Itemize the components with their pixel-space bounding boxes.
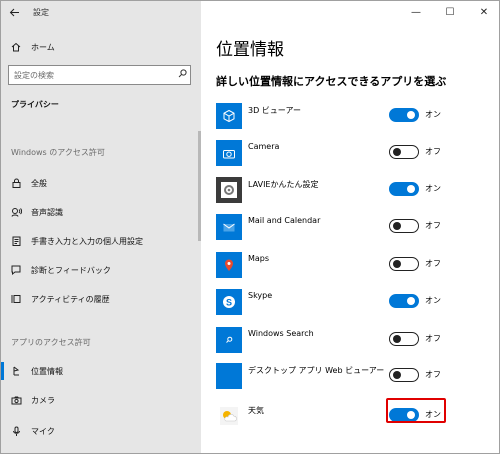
- app-name: Mail and Calendar: [248, 216, 321, 225]
- toggle-knob: [407, 185, 415, 193]
- toggle-knob: [393, 259, 401, 268]
- sidebar-item-label: 音声認識: [31, 207, 63, 217]
- sidebar-item-home[interactable]: ホーム: [1, 35, 201, 59]
- cube-icon: [216, 103, 242, 129]
- sidebar-item-speech[interactable]: 音声認識: [1, 200, 201, 224]
- camera-icon: [1, 396, 31, 405]
- toggle-state-label: オフ: [425, 370, 441, 379]
- feedback-icon: [1, 265, 31, 275]
- maximize-button[interactable]: ☐: [433, 1, 467, 23]
- sidebar-item-label: 全般: [31, 178, 47, 188]
- sidebar-item-location[interactable]: 位置情報: [1, 359, 201, 383]
- toggle-knob: [407, 111, 415, 119]
- sidebar-item-label: アクティビティの履歴: [31, 294, 110, 304]
- app-name: Camera: [248, 142, 280, 151]
- search-box[interactable]: [8, 65, 191, 85]
- svg-text:S: S: [226, 298, 232, 308]
- search-icon: [216, 327, 242, 353]
- app-row: Maps オフ: [216, 252, 499, 280]
- toggle-knob: [407, 297, 415, 305]
- notepad-icon: [1, 236, 31, 246]
- blank-tile-icon: [216, 363, 242, 389]
- sidebar-item-label: 診断とフィードバック: [31, 265, 111, 275]
- toggle-state-label: オン: [425, 296, 441, 305]
- app-row: 天気 オン: [216, 403, 499, 431]
- app-name: LAVIEかんたん設定: [248, 180, 319, 189]
- speech-icon: [1, 207, 31, 217]
- toggle-switch[interactable]: [389, 294, 419, 308]
- window-controls: — ☐ ✕: [399, 1, 499, 23]
- weather-icon: [216, 403, 242, 429]
- app-row: Windows Search オフ: [216, 327, 499, 355]
- sidebar: 設定 ホーム プライバシー Windows のアクセス許可 全般: [1, 1, 201, 453]
- close-button[interactable]: ✕: [467, 1, 499, 23]
- minimize-button[interactable]: —: [399, 1, 433, 23]
- skype-icon: S: [216, 289, 242, 315]
- sidebar-item-label: マイク: [31, 426, 55, 436]
- timeline-icon: [1, 294, 31, 304]
- sidebar-item-label: カメラ: [31, 395, 55, 405]
- sidebar-item-activity[interactable]: アクティビティの履歴: [1, 287, 201, 311]
- mail-icon: [216, 214, 242, 240]
- toggle-state-label: オフ: [425, 259, 441, 268]
- app-row: LAVIEかんたん設定 オン: [216, 177, 499, 205]
- toggle-state-label: オン: [425, 110, 441, 119]
- toggle-state-label: オフ: [425, 221, 441, 230]
- titlebar: 設定: [1, 1, 201, 23]
- group-heading-windows: Windows のアクセス許可: [11, 148, 105, 157]
- app-name: Skype: [248, 291, 273, 300]
- highlight-annotation: [386, 398, 446, 423]
- back-arrow-icon[interactable]: [1, 1, 27, 23]
- toggle-state-label: オン: [425, 184, 441, 193]
- toggle-knob: [393, 221, 401, 230]
- toggle-state-label: オフ: [425, 147, 441, 156]
- main-panel: — ☐ ✕ 位置情報 詳しい位置情報にアクセスできるアプリを選ぶ 3D ビューア…: [201, 1, 499, 453]
- toggle-switch[interactable]: [389, 219, 419, 233]
- toggle-switch[interactable]: [389, 145, 419, 159]
- toggle-switch[interactable]: [389, 368, 419, 382]
- app-title: 設定: [33, 7, 49, 17]
- search-icon[interactable]: [174, 69, 190, 81]
- toggle-switch[interactable]: [389, 108, 419, 122]
- sidebar-item-label: 手書き入力と入力の個人用設定: [31, 236, 143, 246]
- section-title: プライバシー: [11, 100, 59, 109]
- sidebar-item-camera[interactable]: カメラ: [1, 388, 201, 412]
- page-title: 位置情報: [216, 40, 284, 60]
- app-row: Camera オフ: [216, 140, 499, 168]
- app-name: Maps: [248, 254, 270, 263]
- sidebar-item-microphone[interactable]: マイク: [1, 419, 201, 443]
- sidebar-item-label: ホーム: [31, 42, 55, 52]
- sidebar-item-general[interactable]: 全般: [1, 171, 201, 195]
- toggle-switch[interactable]: [389, 182, 419, 196]
- group-heading-apps: アプリのアクセス許可: [11, 338, 91, 347]
- app-name: Windows Search: [248, 329, 314, 338]
- toggle-state-label: オフ: [425, 334, 441, 343]
- app-row: デスクトップ アプリ Web ビューアー オフ: [216, 363, 499, 391]
- camera-icon: [216, 140, 242, 166]
- toggle-switch[interactable]: [389, 332, 419, 346]
- app-row: Mail and Calendar オフ: [216, 214, 499, 242]
- location-icon: [1, 366, 31, 376]
- sidebar-item-label: 位置情報: [31, 366, 63, 376]
- app-row: S Skype オン: [216, 289, 499, 317]
- microphone-icon: [1, 426, 31, 437]
- sidebar-item-diagnostics[interactable]: 診断とフィードバック: [1, 258, 201, 282]
- toggle-knob: [393, 334, 401, 343]
- lock-icon: [1, 178, 31, 188]
- search-input[interactable]: [14, 70, 174, 80]
- toggle-knob: [393, 370, 401, 379]
- toggle-switch[interactable]: [389, 257, 419, 271]
- app-name: 天気: [248, 406, 264, 415]
- home-icon: [1, 42, 31, 52]
- app-row: 3D ビューアー オン: [216, 103, 499, 131]
- app-name: 3D ビューアー: [248, 106, 301, 115]
- settings-window: 設定 ホーム プライバシー Windows のアクセス許可 全般: [0, 0, 500, 454]
- section-subheading: 詳しい位置情報にアクセスできるアプリを選ぶ: [216, 75, 447, 88]
- app-name: デスクトップ アプリ Web ビューアー: [248, 366, 385, 375]
- toggle-knob: [393, 147, 401, 156]
- map-pin-icon: [216, 252, 242, 278]
- sidebar-item-inking[interactable]: 手書き入力と入力の個人用設定: [1, 229, 201, 253]
- gear-icon: [216, 177, 242, 203]
